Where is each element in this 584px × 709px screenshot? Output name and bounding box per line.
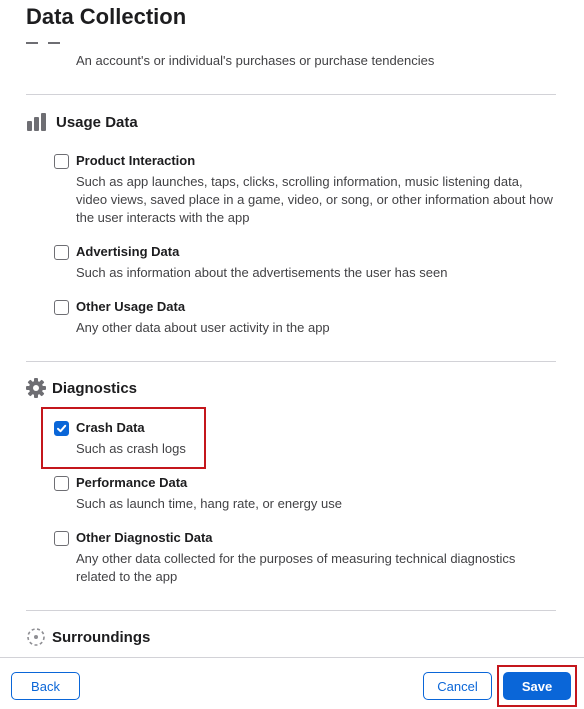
bar-chart-icon xyxy=(26,112,50,132)
option-description: Such as information about the advertisem… xyxy=(76,265,448,280)
section-diagnostics: Diagnostics xyxy=(26,378,137,398)
section-divider xyxy=(26,610,556,611)
option-label: Other Usage Data xyxy=(76,299,186,314)
option-label: Product Interaction xyxy=(76,153,196,168)
section-surroundings: Surroundings xyxy=(26,627,150,647)
page-title: Data Collection xyxy=(26,4,187,29)
back-button[interactable]: Back xyxy=(11,672,80,700)
advertising-data-checkbox[interactable] xyxy=(54,245,69,260)
purchase-history-description: An account's or individual's purchases o… xyxy=(76,53,435,68)
option-description: Any other data about user activity in th… xyxy=(76,320,330,335)
cancel-button[interactable]: Cancel xyxy=(423,672,492,700)
footer-divider xyxy=(0,657,584,658)
option-description: Such as app launches, taps, clicks, scro… xyxy=(76,174,553,225)
option-description: Such as launch time, hang rate, or energ… xyxy=(76,496,342,511)
crash-data-highlight xyxy=(41,407,206,469)
section-divider xyxy=(26,361,556,362)
gear-icon xyxy=(26,378,46,398)
section-title: Diagnostics xyxy=(52,379,138,397)
section-title: Usage Data xyxy=(56,113,138,131)
surroundings-icon xyxy=(26,627,46,647)
save-button-highlight xyxy=(497,665,577,707)
section-divider xyxy=(26,94,556,95)
other-usage-data-checkbox[interactable] xyxy=(54,300,69,315)
performance-data-checkbox[interactable] xyxy=(54,476,69,491)
other-diagnostic-data-checkbox[interactable] xyxy=(54,531,69,546)
option-description: Any other data collected for the purpose… xyxy=(76,551,516,584)
option-label: Other Diagnostic Data xyxy=(76,530,213,545)
product-interaction-checkbox[interactable] xyxy=(54,154,69,169)
option-label: Advertising Data xyxy=(76,244,180,259)
section-title: Surroundings xyxy=(52,628,151,646)
option-label: Performance Data xyxy=(76,475,188,490)
section-usage-data: Usage Data xyxy=(26,112,138,132)
purchases-icon xyxy=(26,42,60,44)
